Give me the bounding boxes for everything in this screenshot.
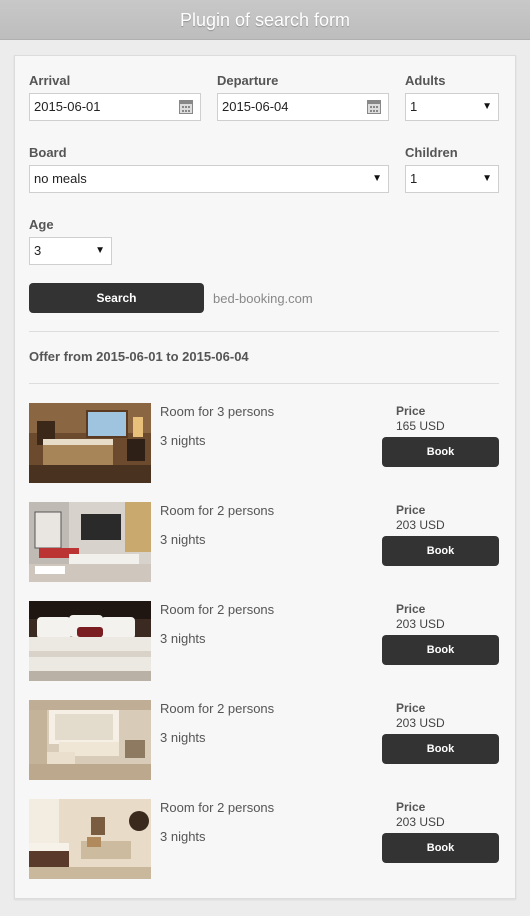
children-select[interactable]: 1 ▼ <box>405 165 499 193</box>
room-name: Room for 2 persons <box>160 503 275 518</box>
adults-label: Adults <box>405 73 446 88</box>
adults-value: 1 <box>410 99 418 114</box>
arrival-field[interactable]: 2015-06-01 <box>29 93 201 121</box>
arrival-value: 2015-06-01 <box>34 99 101 114</box>
room-price: 203 USD <box>396 518 445 532</box>
room-price: 203 USD <box>396 617 445 631</box>
calendar-icon[interactable] <box>367 100 381 114</box>
arrival-label: Arrival <box>29 73 71 88</box>
board-select[interactable]: no meals ▼ <box>29 165 389 193</box>
board-value: no meals <box>34 171 87 186</box>
book-button[interactable]: Book <box>382 437 499 467</box>
chevron-down-icon: ▼ <box>482 101 492 112</box>
powered-by-link[interactable]: bed-booking.com <box>213 291 313 306</box>
room-name: Room for 2 persons <box>160 800 275 815</box>
price-label: Price <box>396 503 426 517</box>
price-label: Price <box>396 701 426 715</box>
adults-select[interactable]: 1 ▼ <box>405 93 499 121</box>
room-name: Room for 2 persons <box>160 701 275 716</box>
book-button[interactable]: Book <box>382 635 499 665</box>
divider <box>29 331 499 332</box>
room-name: Room for 3 persons <box>160 404 275 419</box>
room-price: 203 USD <box>396 815 445 829</box>
offer-title: Offer from 2015-06-01 to 2015-06-04 <box>29 349 249 364</box>
room-item: Room for 2 persons 3 nights Price 203 US… <box>29 799 501 881</box>
room-nights: 3 nights <box>160 631 206 646</box>
room-photo <box>29 601 151 681</box>
room-item: Room for 3 persons 3 nights Price 165 US… <box>29 403 501 485</box>
children-label: Children <box>405 145 458 160</box>
book-button[interactable]: Book <box>382 734 499 764</box>
room-price: 203 USD <box>396 716 445 730</box>
room-photo <box>29 502 151 582</box>
room-name: Room for 2 persons <box>160 602 275 617</box>
departure-field[interactable]: 2015-06-04 <box>217 93 389 121</box>
price-label: Price <box>396 800 426 814</box>
chevron-down-icon: ▼ <box>482 173 492 184</box>
room-nights: 3 nights <box>160 730 206 745</box>
departure-value: 2015-06-04 <box>222 99 289 114</box>
book-button[interactable]: Book <box>382 536 499 566</box>
search-button[interactable]: Search <box>29 283 204 313</box>
age-value: 3 <box>34 243 42 258</box>
room-nights: 3 nights <box>160 433 206 448</box>
page-title: Plugin of search form <box>179 10 351 30</box>
calendar-icon[interactable] <box>179 100 193 114</box>
departure-label: Departure <box>217 73 279 88</box>
room-nights: 3 nights <box>160 532 206 547</box>
price-label: Price <box>396 404 426 418</box>
search-panel: Arrival 2015-06-01 Departure 2015-06-04 … <box>14 55 516 899</box>
room-photo <box>29 700 151 780</box>
price-label: Price <box>396 602 426 616</box>
room-price: 165 USD <box>396 419 445 433</box>
room-item: Room for 2 persons 3 nights Price 203 US… <box>29 601 501 683</box>
room-item: Room for 2 persons 3 nights Price 203 US… <box>29 700 501 782</box>
room-nights: 3 nights <box>160 829 206 844</box>
board-label: Board <box>29 145 67 160</box>
divider <box>29 383 499 384</box>
chevron-down-icon: ▼ <box>372 173 382 184</box>
book-button[interactable]: Book <box>382 833 499 863</box>
chevron-down-icon: ▼ <box>95 245 105 256</box>
age-select[interactable]: 3 ▼ <box>29 237 112 265</box>
children-value: 1 <box>410 171 418 186</box>
room-item: Room for 2 persons 3 nights Price 203 US… <box>29 502 501 584</box>
header-bar: Plugin of search form <box>0 0 530 40</box>
room-photo <box>29 799 151 879</box>
age-label: Age <box>29 217 54 232</box>
room-photo <box>29 403 151 483</box>
